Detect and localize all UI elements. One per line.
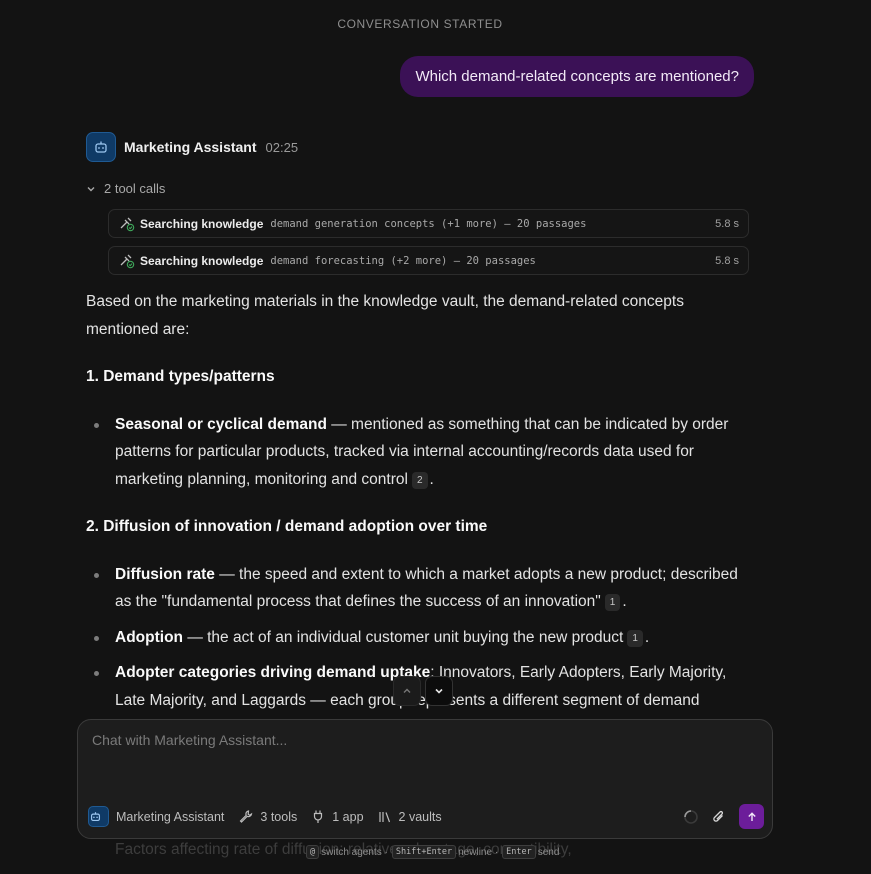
send-button[interactable] [739,804,764,829]
list-item: Adoption — the act of an individual cust… [86,624,758,652]
tool-call-duration: 5.8 s [715,217,739,230]
tool-call-row[interactable]: Searching knowledge demand forecasting (… [108,246,749,275]
composer-toolbar: Marketing Assistant 3 tools 1 app 2 vaul… [88,806,456,827]
vaults-chip-label: 2 vaults [398,809,442,824]
bullet-end: . [622,593,627,610]
tool-call-title: Searching knowledge [140,253,264,268]
chat-input[interactable] [90,730,754,794]
tool-call-detail: demand forecasting (+2 more) – 20 passag… [270,254,536,267]
bullet-term: Seasonal or cyclical demand [115,415,327,433]
arrow-up-icon [747,811,756,821]
wrench-icon [240,810,253,823]
vaults-chip[interactable]: 2 vaults [378,810,442,824]
hint-text: switch agents · [321,846,388,858]
hint-text: newline · [458,846,499,858]
citation-badge[interactable]: 1 [604,594,621,611]
kbd-at: @ [306,845,320,859]
search-tool-check-icon [118,252,136,270]
scroll-controls [393,676,453,706]
robot-icon [88,806,109,827]
citation-badge[interactable]: 1 [627,629,643,647]
bullet-list: Diffusion rate — the speed and extent to… [86,561,758,742]
section-heading: 1. Demand types/patterns [86,368,275,385]
conversation-started-banner: CONVERSATION STARTED [337,17,503,31]
user-message-bubble: Which demand-related concepts are mentio… [400,56,754,97]
tool-calls-toggle[interactable]: 2 tool calls [86,181,165,196]
keyboard-hint: @ switch agents · Shift+Enter newline · … [304,845,559,859]
search-tool-check-icon [118,215,136,233]
tools-chip[interactable]: 3 tools [238,809,297,824]
agent-header: Marketing Assistant 02:25 [86,132,298,162]
tool-call-title: Searching knowledge [140,216,264,231]
chevron-up-icon [403,688,411,693]
tool-call-duration: 5.8 s [715,254,739,267]
chevron-down-icon [435,688,443,694]
bullet-text: — the act of an individual customer unit… [183,628,624,646]
apps-chip[interactable]: 1 app [311,809,364,824]
chat-composer: Marketing Assistant 3 tools 1 app 2 vaul… [77,719,773,839]
agent-chip-label: Marketing Assistant [116,809,225,824]
list-item: Seasonal or cyclical demand — mentioned … [86,411,758,494]
apps-chip-label: 1 app [332,809,364,824]
bullet-end: . [644,628,650,646]
bullet-term: Adopter categories driving demand uptake [115,664,431,681]
robot-icon [86,132,116,162]
tool-calls-summary: 2 tool calls [104,181,166,196]
response-intro: Based on the marketing materials in the … [86,293,684,338]
section-heading: 2. Diffusion of innovation / demand adop… [86,518,488,535]
scroll-down-button[interactable] [425,676,453,706]
chevron-down-icon [87,186,95,191]
library-icon [378,811,390,822]
kbd-shift-enter: Shift+Enter [391,845,457,859]
loading-spinner-icon [684,809,698,824]
agent-name: Marketing Assistant [124,139,257,155]
bullet-term: Diffusion rate [115,565,215,583]
kbd-enter: Enter [502,845,536,859]
attach-button[interactable] [711,809,727,825]
scroll-up-button[interactable] [393,676,421,706]
paperclip-icon [713,810,724,822]
tool-call-row[interactable]: Searching knowledge demand generation co… [108,209,749,238]
message-timestamp: 02:25 [265,139,299,155]
tools-chip-label: 3 tools [260,809,298,824]
list-item: Diffusion rate — the speed and extent to… [86,561,758,616]
bullet-end: . [429,470,434,488]
plug-icon [314,810,323,823]
bullet-term: Adoption [115,628,184,646]
citation-badge[interactable]: 2 [411,471,428,489]
tool-call-detail: demand generation concepts (+1 more) – 2… [270,217,587,230]
hint-text: send [537,846,560,858]
agent-selector-chip[interactable]: Marketing Assistant [88,806,224,827]
bullet-list: Seasonal or cyclical demand — mentioned … [86,411,758,494]
composer-actions [683,804,764,829]
